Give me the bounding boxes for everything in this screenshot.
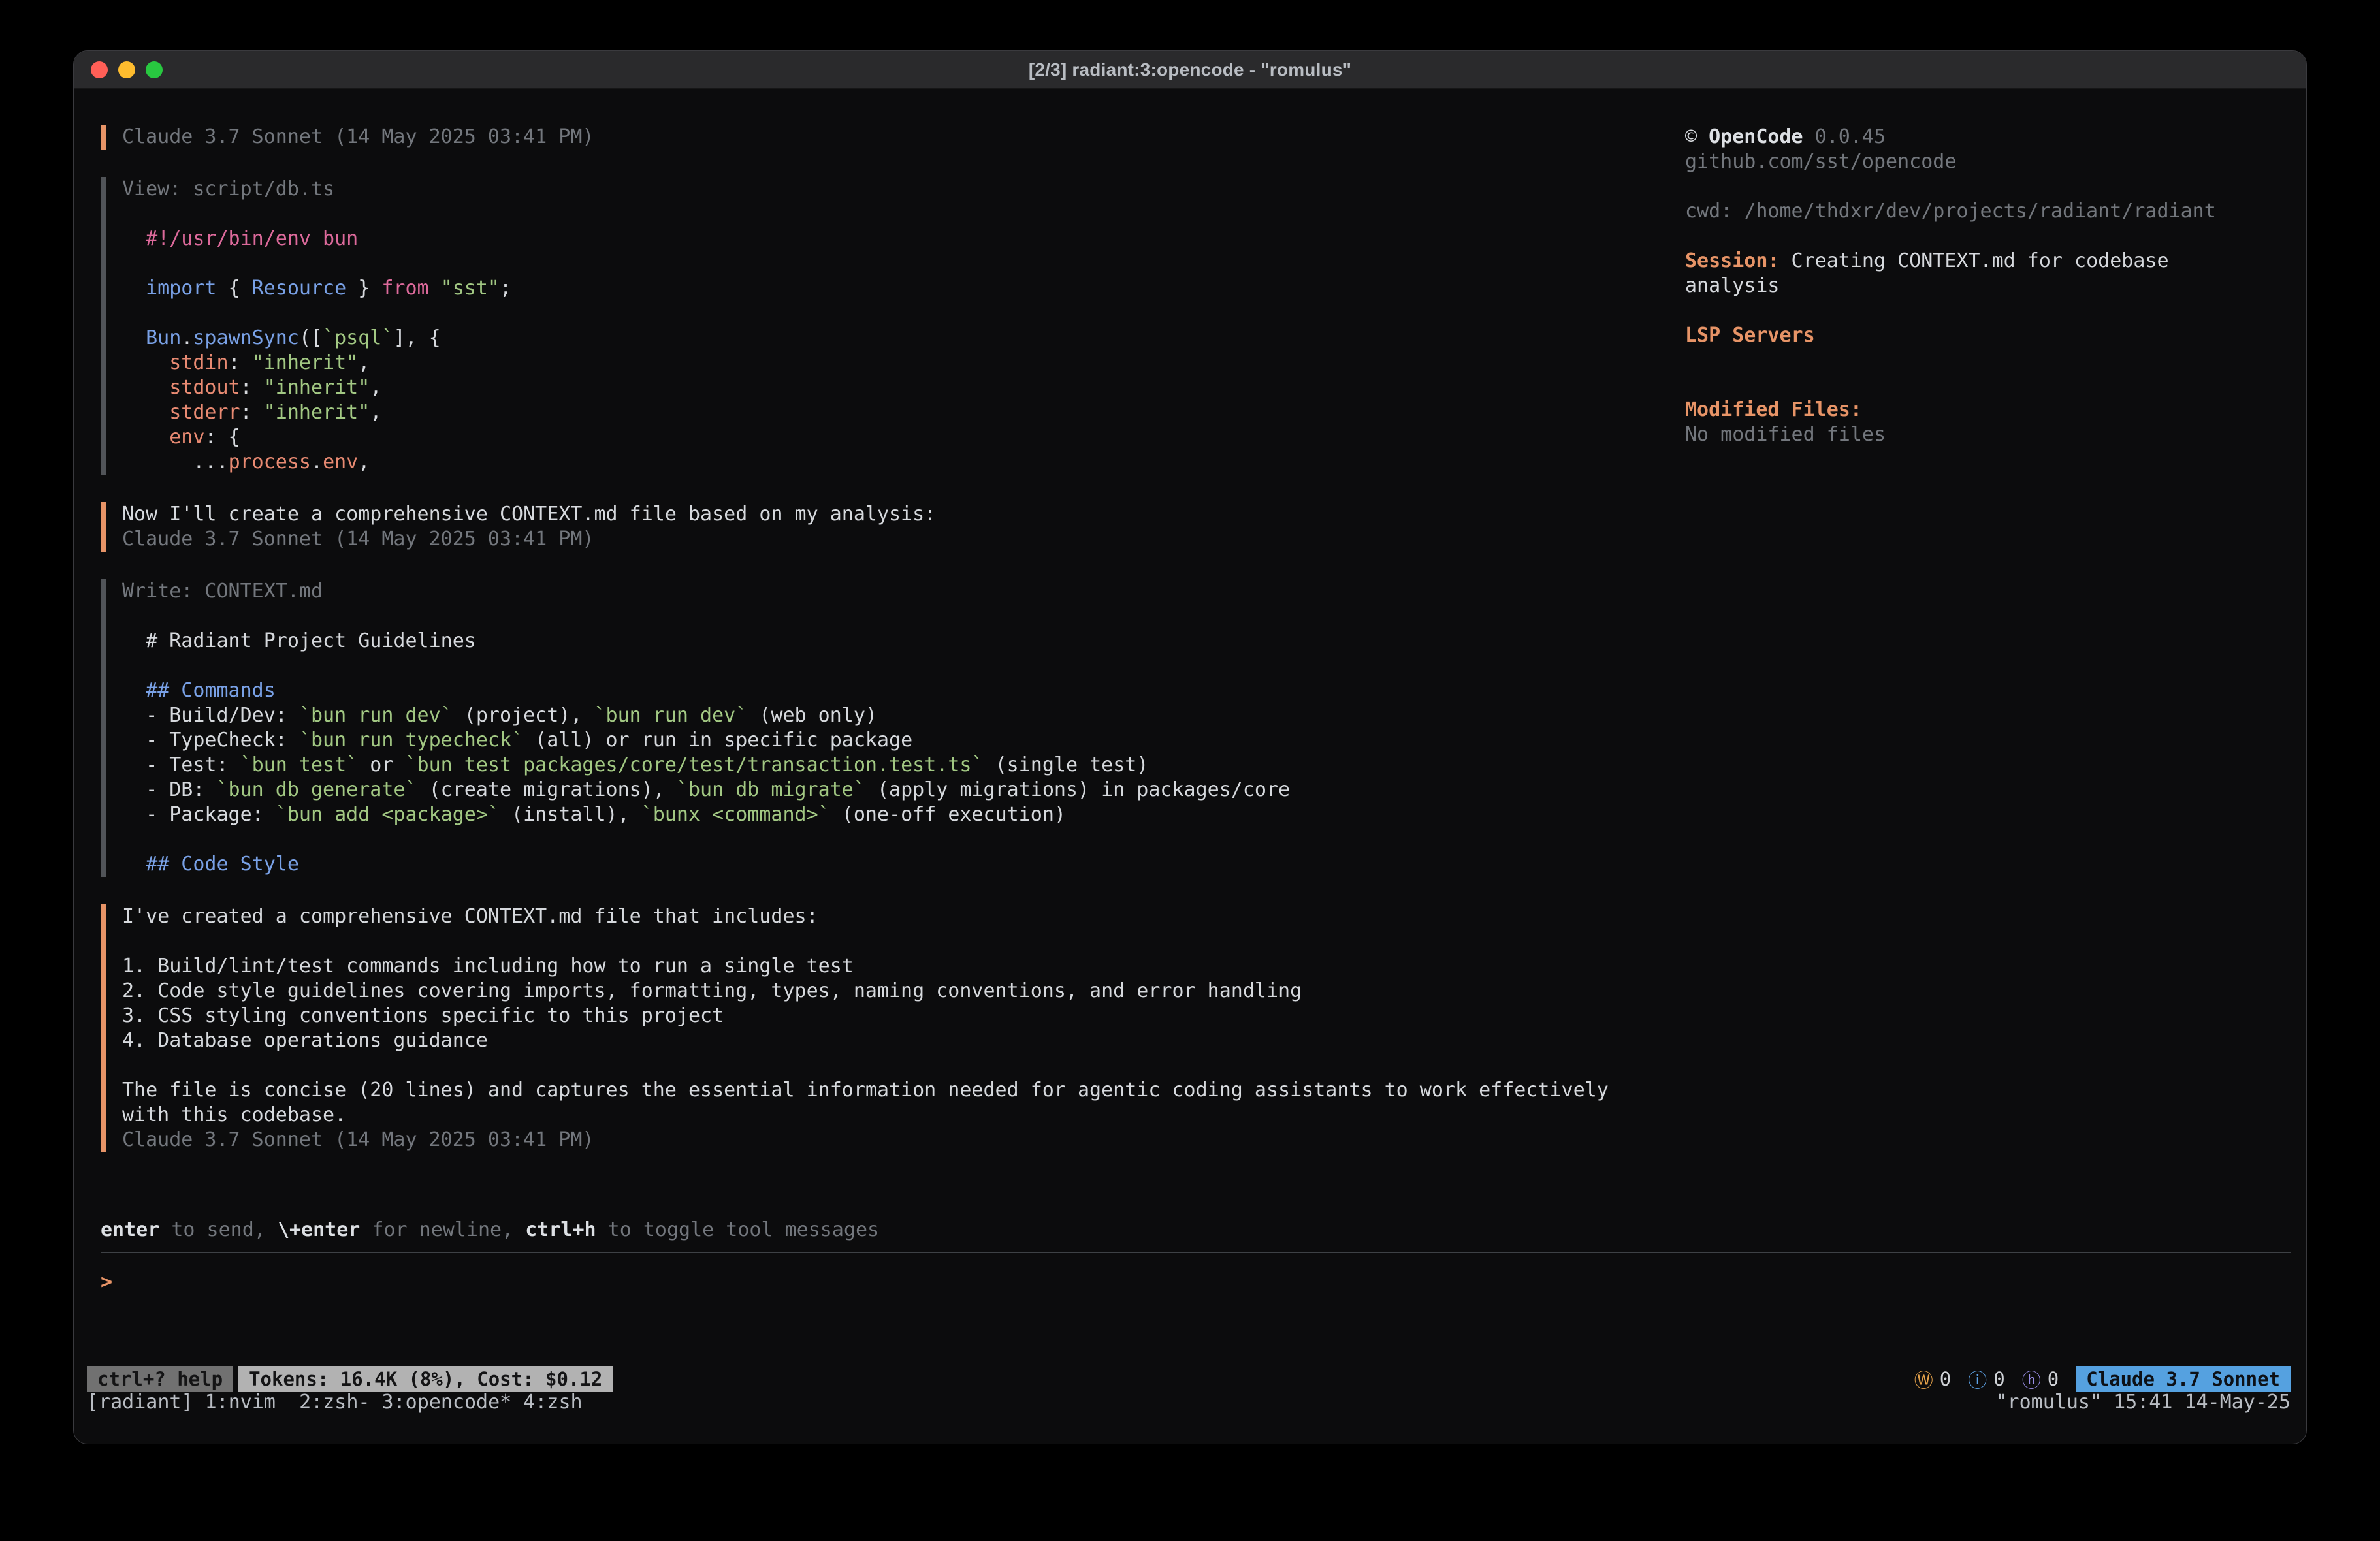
terminal-line: Write: CONTEXT.md <box>122 579 2291 604</box>
help-badge: ctrl+? help <box>87 1366 233 1392</box>
terminal-window: [2/3] radiant:3:opencode - "romulus" Cla… <box>73 50 2307 1444</box>
editor-hint: enter to send, \+enter for newline, ctrl… <box>101 1218 2291 1243</box>
hint-diagnostic: ⓗ 0 <box>2022 1365 2059 1393</box>
terminal-line: 1. Build/lint/test commands including ho… <box>122 954 2291 979</box>
info-icon: ⓘ <box>1968 1365 1987 1393</box>
terminal-line: ## Code Style <box>122 852 2291 877</box>
terminal-line: 2. Code style guidelines covering import… <box>122 979 2291 1004</box>
terminal-line: # Radiant Project Guidelines <box>122 629 2291 654</box>
terminal-line <box>122 1053 2291 1078</box>
terminal-line <box>1685 298 2292 323</box>
terminal-line <box>1685 373 2292 398</box>
terminal-line: - DB: `bun db generate` (create migratio… <box>122 778 2291 802</box>
window-title: [2/3] radiant:3:opencode - "romulus" <box>1029 59 1351 80</box>
terminal-line <box>122 604 2291 629</box>
warning-diagnostic: Ⓦ 0 <box>1914 1365 1951 1393</box>
terminal-line: Modified Files: <box>1685 398 2292 422</box>
terminal-content: Claude 3.7 Sonnet (14 May 2025 03:41 PM)… <box>74 89 2306 1444</box>
zoom-button[interactable] <box>146 61 163 78</box>
titlebar[interactable]: [2/3] radiant:3:opencode - "romulus" <box>74 51 2306 89</box>
terminal-line: - TypeCheck: `bun run typecheck` (all) o… <box>122 728 2291 753</box>
warning-icon: Ⓦ <box>1914 1365 1933 1393</box>
tool-write-block: Write: CONTEXT.md # Radiant Project Guid… <box>101 579 2291 877</box>
terminal-line: The file is concise (20 lines) and captu… <box>122 1078 2291 1103</box>
terminal-line: © OpenCode 0.0.45 <box>1685 125 2292 150</box>
terminal-line <box>122 827 2291 852</box>
terminal-line: I've created a comprehensive CONTEXT.md … <box>122 904 2291 929</box>
prompt-input[interactable]: > <box>101 1270 2291 1295</box>
terminal-line: - Test: `bun test` or `bun test packages… <box>122 753 2291 778</box>
terminal-line: with this codebase. <box>122 1103 2291 1128</box>
terminal-line <box>1685 348 2292 373</box>
status-bar: ctrl+? help Tokens: 16.4K (8%), Cost: $0… <box>87 1366 2291 1392</box>
hint-count: 0 <box>2048 1368 2059 1390</box>
tmux-window-list[interactable]: [radiant] 1:nvim 2:zsh- 3:opencode* 4:zs… <box>87 1391 583 1414</box>
terminal-line <box>1685 174 2292 199</box>
editor-separator <box>101 1252 2291 1253</box>
diagnostics-summary: Ⓦ 0 ⓘ 0 ⓗ 0 <box>1914 1366 2059 1392</box>
terminal-line: cwd: /home/thdxr/dev/projects/radiant/ra… <box>1685 199 2292 224</box>
terminal-line <box>1685 224 2292 249</box>
info-diagnostic: ⓘ 0 <box>1968 1365 2004 1393</box>
terminal-line: enter to send, \+enter for newline, ctrl… <box>101 1218 2291 1243</box>
model-badge: Claude 3.7 Sonnet <box>2076 1366 2291 1392</box>
terminal-line: ...process.env, <box>122 450 2291 475</box>
sidebar: © OpenCode 0.0.45github.com/sst/opencode… <box>1685 125 2292 447</box>
assistant-message-block: Now I'll create a comprehensive CONTEXT.… <box>101 502 2291 552</box>
tmux-status-bar: [radiant] 1:nvim 2:zsh- 3:opencode* 4:zs… <box>87 1390 2291 1414</box>
info-count: 0 <box>1993 1368 2004 1390</box>
terminal-line: github.com/sst/opencode <box>1685 150 2292 174</box>
terminal-line: Claude 3.7 Sonnet (14 May 2025 03:41 PM) <box>122 527 2291 552</box>
terminal-line: - Build/Dev: `bun run dev` (project), `b… <box>122 703 2291 728</box>
terminal-line: Claude 3.7 Sonnet (14 May 2025 03:41 PM) <box>122 1128 2291 1152</box>
terminal-line <box>122 654 2291 678</box>
traffic-lights <box>91 51 163 88</box>
prompt-symbol: > <box>101 1271 112 1294</box>
terminal-line: No modified files <box>1685 422 2292 447</box>
status-bar-spacer <box>613 1366 1914 1392</box>
terminal-line: ## Commands <box>122 678 2291 703</box>
hint-icon: ⓗ <box>2022 1365 2041 1393</box>
terminal-line: Session: Creating CONTEXT.md for codebas… <box>1685 249 2292 274</box>
terminal-line <box>122 929 2291 954</box>
terminal-line: LSP Servers <box>1685 323 2292 348</box>
close-button[interactable] <box>91 61 108 78</box>
assistant-summary-block: I've created a comprehensive CONTEXT.md … <box>101 904 2291 1152</box>
terminal-line: - Package: `bun add <package>` (install)… <box>122 802 2291 827</box>
minimize-button[interactable] <box>118 61 135 78</box>
tmux-session-info: "romulus" 15:41 14-May-25 <box>1995 1391 2291 1414</box>
terminal-line: 4. Database operations guidance <box>122 1028 2291 1053</box>
terminal-line: Now I'll create a comprehensive CONTEXT.… <box>122 502 2291 527</box>
warning-count: 0 <box>1940 1368 1951 1390</box>
tokens-cost-badge: Tokens: 16.4K (8%), Cost: $0.12 <box>238 1366 613 1392</box>
terminal-line: 3. CSS styling conventions specific to t… <box>122 1004 2291 1028</box>
terminal-line: analysis <box>1685 274 2292 298</box>
